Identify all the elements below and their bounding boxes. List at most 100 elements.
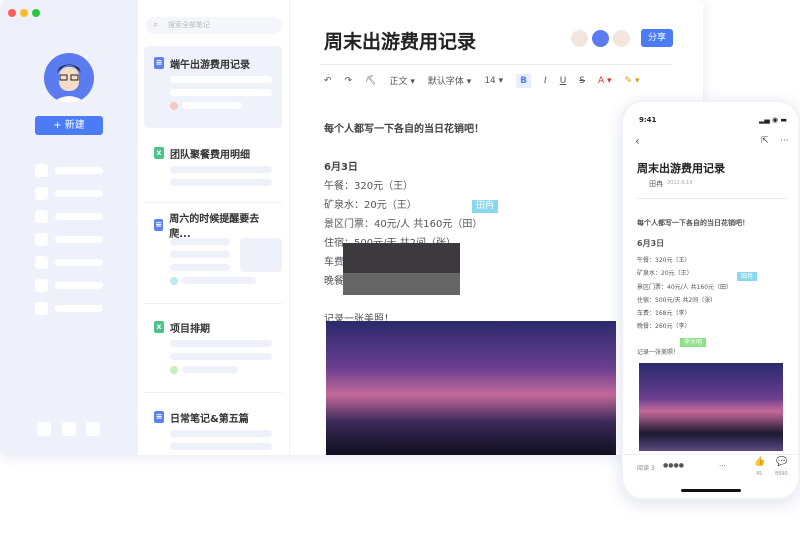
item-title: 团队聚餐费用明细 <box>170 149 250 161</box>
cursor-tag: 李大明 <box>680 338 707 347</box>
close-dot[interactable] <box>8 9 16 17</box>
line: 午餐：320元（王） <box>324 181 414 192</box>
bottom-icon[interactable] <box>37 422 51 436</box>
bottom-icon[interactable] <box>86 422 100 436</box>
line: 午餐：320元（王） <box>637 257 691 264</box>
comment-icon[interactable]: 💬 <box>776 457 787 467</box>
sheet-icon: x <box>154 147 164 159</box>
avatar[interactable] <box>44 53 94 103</box>
app-window: + 新建 搜索全部笔记 ⌕ ≡ 端午出游费用记录 x 团队聚餐费用明细 ≡ 周六的时候… <box>0 0 703 455</box>
nav-item[interactable] <box>55 190 103 197</box>
nav-item[interactable] <box>55 213 103 220</box>
line: 晚餐：260元（李） <box>637 323 691 331</box>
redo-icon[interactable]: ↷ <box>345 76 353 86</box>
bottom-icon[interactable] <box>62 422 76 436</box>
toolbar: ↶ ↷ ⛏ 正文 ▾ 默认字体 ▾ 14 ▾ B I U S A ▾ ✎ ▾ <box>320 64 672 96</box>
drag-preview <box>343 243 460 295</box>
doc-icon: ≡ <box>154 411 164 423</box>
style-select[interactable]: 正文 ▾ <box>390 74 415 87</box>
nav-icon[interactable] <box>35 210 48 223</box>
cursor-tag: 田冉 <box>472 200 499 213</box>
line: 矿泉水：20元（王） <box>324 200 417 211</box>
list-item[interactable]: x 团队聚餐费用明细 <box>144 136 282 186</box>
list-item[interactable]: ≡ 日常笔记&第五篇 <box>144 400 282 450</box>
home-indicator <box>681 489 741 492</box>
new-note-button[interactable]: + 新建 <box>35 116 103 135</box>
phone-intro: 每个人都写一下各自的当日花销吧！ <box>637 219 749 227</box>
status-icons: ▂▄ ◉ ▬ <box>759 116 787 124</box>
nav-item[interactable] <box>55 282 103 289</box>
nav-icon[interactable] <box>35 256 48 269</box>
like-count: 45 <box>756 471 763 477</box>
line: 矿泉水：20元（王） <box>637 270 693 278</box>
nav-icon[interactable] <box>35 187 48 200</box>
note-list: 搜索全部笔记 ⌕ ≡ 端午出游费用记录 x 团队聚餐费用明细 ≡ 周六的时候提醒要去爬… <box>138 0 290 455</box>
document-body[interactable]: 每个人都写一下各自的当日花销吧！ 6月3日 午餐：320元（王） 矿泉水：20元… <box>324 120 484 329</box>
nav-icon[interactable] <box>35 279 48 292</box>
nav-icon[interactable] <box>35 164 48 177</box>
page-title: 周末出游费用记录 <box>324 31 477 53</box>
back-icon[interactable]: ‹ <box>635 134 640 148</box>
more-icon[interactable]: ··· <box>719 462 726 470</box>
collaborator-avatar[interactable] <box>570 29 589 48</box>
reader-avatars: ●●●● <box>663 462 684 469</box>
bold-button[interactable]: B <box>516 73 532 88</box>
date: 2022.6.19 <box>667 180 693 186</box>
font-color-button[interactable]: A ▾ <box>598 76 612 86</box>
collaborator-avatar[interactable] <box>612 29 631 48</box>
nav-icon[interactable] <box>35 233 48 246</box>
minimize-dot[interactable] <box>20 9 28 17</box>
size-select[interactable]: 14 ▾ <box>484 76 503 86</box>
highlight-button[interactable]: ✎ ▾ <box>625 76 640 86</box>
nav-icon[interactable] <box>35 302 48 315</box>
share-icon[interactable]: ⇱ <box>761 136 769 146</box>
cursor-tag: 田冉 <box>737 272 758 281</box>
sunset-photo <box>326 321 616 455</box>
italic-button[interactable]: I <box>544 76 547 86</box>
share-button[interactable]: 分享 <box>641 29 673 47</box>
format-painter-icon[interactable]: ⛏ <box>365 76 376 86</box>
line: 车费：168元（李） <box>637 310 691 318</box>
nav-item[interactable] <box>55 236 103 243</box>
more-icon[interactable]: ··· <box>780 136 789 146</box>
left-sidebar: + 新建 <box>0 0 138 455</box>
sheet-icon: x <box>154 321 164 333</box>
underline-button[interactable]: U <box>560 76 567 86</box>
item-title: 日常笔记&第五篇 <box>170 413 249 425</box>
author: 田冉 <box>649 180 663 188</box>
list-item[interactable]: ≡ 周六的时候提醒要去爬... <box>144 208 282 285</box>
doc-icon: ≡ <box>154 219 164 231</box>
item-title: 周六的时候提醒要去爬... <box>169 214 260 240</box>
strikethrough-button[interactable]: S <box>579 76 585 86</box>
search-icon: ⌕ <box>153 20 159 30</box>
list-item[interactable]: ≡ 端午出游费用记录 <box>144 46 282 128</box>
line: 景区门票：40元/人 共160元（田） <box>324 219 483 230</box>
phone-lines: 午餐：320元（王） 矿泉水：20元（王） 景区门票：40元/人 共160元（田） 住… <box>637 254 732 334</box>
read-count: 阅读 3 <box>637 465 655 472</box>
doc-icon: ≡ <box>154 57 164 69</box>
phone-photo <box>639 363 783 451</box>
comment-count: 8990 <box>775 471 788 477</box>
like-icon[interactable]: 👍 <box>754 457 765 467</box>
list-item[interactable]: x 项目排期 <box>144 310 282 374</box>
intro-text: 每个人都写一下各自的当日花销吧！ <box>324 124 484 135</box>
search-input[interactable]: 搜索全部笔记 <box>146 17 282 34</box>
phone-title: 周末出游费用记录 <box>637 162 725 175</box>
date-heading: 6月3日 <box>324 162 358 173</box>
phone-photo-line: 记录一张美照！ <box>637 349 680 356</box>
phone-date-heading: 6月3日 <box>637 239 665 248</box>
maximize-dot[interactable] <box>32 9 40 17</box>
undo-icon[interactable]: ↶ <box>324 76 332 86</box>
phone-preview: 9:41 ▂▄ ◉ ▬ ‹ ⇱ ··· 周末出游费用记录 田冉 2022.6.1… <box>621 100 800 500</box>
item-title: 端午出游费用记录 <box>170 59 250 71</box>
line: 住宿：500元/天 共2间（张） <box>637 296 717 304</box>
line: 景区门票：40元/人 共160元（田） <box>637 283 733 291</box>
nav-item[interactable] <box>55 259 103 266</box>
image-placeholder-icon <box>240 238 282 272</box>
collaborator-avatar[interactable] <box>591 29 610 48</box>
item-title: 项目排期 <box>170 323 210 335</box>
status-time: 9:41 <box>639 116 657 124</box>
font-select[interactable]: 默认字体 ▾ <box>428 74 471 87</box>
nav-item[interactable] <box>55 305 103 312</box>
nav-item[interactable] <box>55 167 103 174</box>
